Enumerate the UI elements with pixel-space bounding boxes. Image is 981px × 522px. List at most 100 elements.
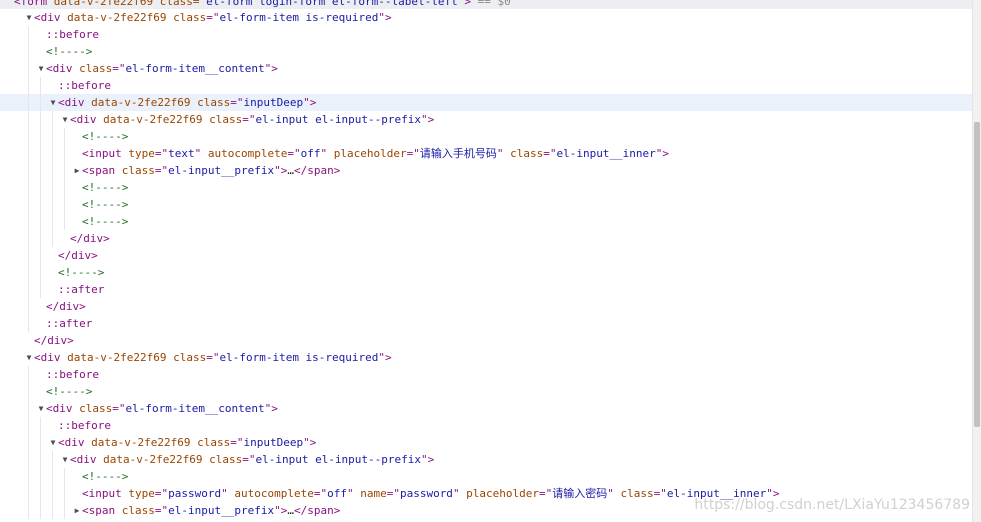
tag-close: > bbox=[280, 164, 288, 177]
attr-quote: " bbox=[421, 453, 428, 466]
dom-node-content: </div> bbox=[36, 298, 86, 315]
dom-node-row[interactable]: ▼ <div data-v-2fe22f69 class =" el-input el… bbox=[0, 111, 972, 128]
dom-node-row[interactable]: ::before bbox=[0, 366, 972, 383]
dom-node-row[interactable]: ▼ <div data-v-2fe22f69 class =" inputDeep " > bbox=[0, 434, 972, 451]
dom-node-row[interactable]: ▼ <div data-v-2fe22f69 class =" inputDeep " > bbox=[0, 94, 972, 111]
attr-name: data-v-2fe22f69 bbox=[84, 436, 191, 449]
dom-node-row[interactable]: <!----> bbox=[0, 196, 972, 213]
indent-guide bbox=[40, 77, 41, 298]
attr-quote: " bbox=[346, 487, 354, 500]
dom-node-row[interactable]: ▼ <div class =" el-form-item__content " > bbox=[0, 400, 972, 417]
attr-name: class bbox=[202, 453, 243, 466]
attr-eq: =" bbox=[206, 351, 220, 364]
attr-eq: =" bbox=[230, 436, 244, 449]
attr-value: el-input__prefix bbox=[168, 164, 275, 177]
triangle-down-icon[interactable]: ▼ bbox=[60, 111, 70, 128]
pseudo-element: ::before bbox=[46, 368, 99, 381]
triangle-down-icon[interactable]: ▼ bbox=[48, 94, 58, 111]
selected-marker: == $0 bbox=[470, 0, 511, 8]
tag-close: > bbox=[662, 147, 670, 160]
dom-node-row[interactable]: ▼ <div data-v-2fe22f69 class =" el-form-ite… bbox=[0, 349, 972, 366]
attr-quote: " bbox=[320, 147, 328, 160]
dom-node-content: <!----> bbox=[72, 179, 128, 196]
attr-eq: =" bbox=[313, 487, 328, 500]
dom-node-row[interactable]: </div> bbox=[0, 230, 972, 247]
dom-node-content: ▼ <div data-v-2fe22f69 class =" inputDeep " > bbox=[48, 94, 317, 111]
attr-value: el-form-item is-required bbox=[219, 351, 379, 364]
triangle-down-icon[interactable]: ▼ bbox=[24, 9, 34, 26]
dom-node-row[interactable]: <!----> bbox=[0, 383, 972, 400]
dom-node-content: ::before bbox=[36, 366, 99, 383]
attr-quote: " bbox=[496, 147, 504, 160]
dom-node-row[interactable]: <!----> bbox=[0, 128, 972, 145]
tag-close: > bbox=[385, 11, 392, 24]
indent-guide bbox=[52, 451, 53, 519]
selected-form-row[interactable]: <form data-v-2fe22f69 class="el-form log… bbox=[0, 0, 972, 9]
attr-name: placeholder bbox=[327, 147, 407, 160]
dom-node-row[interactable]: <!----> bbox=[0, 213, 972, 230]
dom-node-content: ▼ <div class =" el-form-item__content " > bbox=[36, 60, 278, 77]
tag-open: <span bbox=[82, 504, 116, 517]
attr-name: class bbox=[202, 113, 243, 126]
attr-value: text bbox=[168, 147, 195, 160]
triangle-down-icon[interactable]: ▼ bbox=[48, 434, 58, 451]
pseudo-element: ::after bbox=[46, 317, 93, 330]
indent-guide bbox=[64, 468, 65, 519]
dom-node-row[interactable]: </div> bbox=[0, 247, 972, 264]
triangle-down-icon[interactable]: ▼ bbox=[24, 349, 34, 366]
dom-node-content: <!----> bbox=[72, 213, 128, 230]
dom-node-row[interactable]: ::before bbox=[0, 77, 972, 94]
closing-tag: </div> bbox=[70, 232, 110, 245]
attr-value: off bbox=[327, 487, 347, 500]
dom-node-row[interactable]: </div> bbox=[0, 298, 972, 315]
attr-value: el-input el-input--prefix bbox=[255, 453, 422, 466]
indent-guide bbox=[64, 128, 65, 230]
closing-tag: </div> bbox=[46, 300, 86, 313]
dom-node-content: <!----> bbox=[36, 43, 92, 60]
dom-node-row[interactable]: <!----> bbox=[0, 43, 972, 60]
attr-value: el-input el-input--prefix bbox=[255, 113, 422, 126]
triangle-right-icon[interactable]: ▶ bbox=[72, 502, 82, 519]
dom-node-row[interactable]: ::after bbox=[0, 315, 972, 332]
attr-name: data-v-2fe22f69 bbox=[60, 11, 167, 24]
triangle-down-icon[interactable]: ▼ bbox=[36, 60, 46, 77]
dom-node-row[interactable]: <!----> bbox=[0, 468, 972, 485]
attr-value: 请输入手机号码 bbox=[419, 147, 497, 160]
dom-node-row[interactable]: <input type =" text " autocomplete =" off " pl… bbox=[0, 145, 972, 162]
dom-node-row[interactable]: ::before bbox=[0, 26, 972, 43]
triangle-down-icon[interactable]: ▼ bbox=[36, 400, 46, 417]
closing-tag: </span> bbox=[293, 504, 341, 517]
tag-open: <div bbox=[34, 11, 61, 24]
attr-eq: =" bbox=[653, 487, 667, 500]
tag-open: <div bbox=[58, 96, 85, 109]
tag-open: <span bbox=[82, 164, 116, 177]
dom-node-content: </div> bbox=[24, 332, 74, 349]
dom-node-row[interactable]: ▼ <div data-v-2fe22f69 class =" el-form-ite… bbox=[0, 9, 972, 26]
attr-eq: =" bbox=[287, 147, 301, 160]
dom-node-row[interactable]: ::after bbox=[0, 281, 972, 298]
dom-node-row[interactable]: ▼ <div data-v-2fe22f69 class =" el-input el… bbox=[0, 451, 972, 468]
attr-eq: =" bbox=[154, 504, 169, 517]
tag-open: <form bbox=[14, 0, 48, 8]
dom-node-content: ▶ <span class =" el-input__prefix " >… </span> bbox=[72, 162, 341, 179]
dom-node-row[interactable]: ▶ <span class =" el-input__prefix " >… </span> bbox=[0, 162, 972, 179]
attr-name: class bbox=[190, 96, 231, 109]
dom-node-row[interactable]: ::before bbox=[0, 417, 972, 434]
dom-node-row[interactable]: <!----> bbox=[0, 179, 972, 196]
closing-tag: </span> bbox=[293, 164, 341, 177]
attr-quote: " bbox=[264, 62, 272, 75]
dom-node-content: ▼ <div data-v-2fe22f69 class =" el-form-ite… bbox=[24, 349, 392, 366]
vertical-scrollbar[interactable] bbox=[972, 0, 981, 522]
attr-eq: =" bbox=[206, 11, 220, 24]
triangle-down-icon[interactable]: ▼ bbox=[60, 451, 70, 468]
attr-name: placeholder bbox=[459, 487, 540, 500]
dom-node-row[interactable]: </div> bbox=[0, 332, 972, 349]
dom-node-row[interactable]: ▼ <div class =" el-form-item__content " > bbox=[0, 60, 972, 77]
triangle-right-icon[interactable]: ▶ bbox=[72, 162, 82, 179]
tag-close: > bbox=[427, 453, 435, 466]
scrollbar-thumb[interactable] bbox=[974, 122, 980, 427]
dom-node-row[interactable]: <!----> bbox=[0, 264, 972, 281]
attr-eq: =" bbox=[154, 487, 169, 500]
attr-name: data-v-2fe22f69 bbox=[96, 113, 203, 126]
dom-node-content: ▼ <div data-v-2fe22f69 class =" el-input el… bbox=[60, 111, 435, 128]
